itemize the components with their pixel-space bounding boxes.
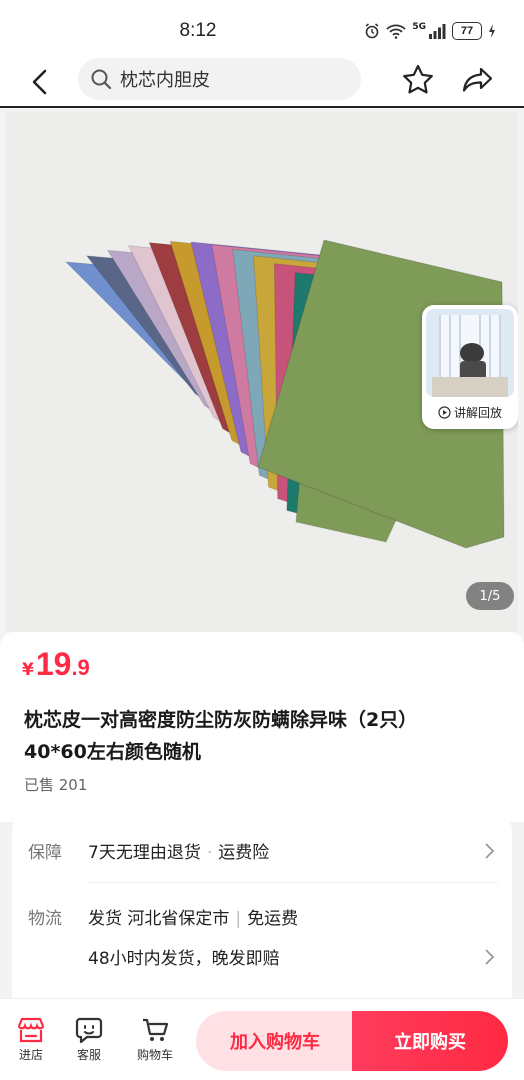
shipping-fee: 免运费 xyxy=(247,909,299,929)
sold-count: 已售 201 xyxy=(24,776,88,794)
shipping-label: 物流 xyxy=(28,909,62,929)
add-to-cart-button[interactable]: 加入购物车 xyxy=(196,1011,354,1071)
alarm-icon xyxy=(365,23,379,39)
nav-bar: 枕芯内胆皮 xyxy=(0,56,524,108)
signal-icon xyxy=(429,24,446,39)
search-bar[interactable]: 枕芯内胆皮 xyxy=(78,58,361,100)
video-replay-label: 讲解回放 xyxy=(422,399,518,425)
store-label: 进店 xyxy=(18,1048,43,1062)
row-divider xyxy=(88,882,498,883)
favorite-button[interactable] xyxy=(400,62,436,98)
product-title: 枕芯皮一对高密度防尘防灰防螨除异味（2只） 40*60左右颜色随机 xyxy=(24,704,504,768)
video-replay-thumbnail[interactable]: 讲解回放 xyxy=(422,305,518,429)
price-currency: ¥ xyxy=(22,660,34,680)
store-tab[interactable]: 进店 xyxy=(6,1017,56,1063)
search-text: 枕芯内胆皮 xyxy=(120,70,210,91)
cart-tab[interactable]: 购物车 xyxy=(130,1017,180,1063)
guarantee-label: 保障 xyxy=(28,843,62,863)
bottom-action-bar: 进店 客服 购物车 加入购物车 立即购买 xyxy=(0,998,524,1080)
customer-service-tab[interactable]: 客服 xyxy=(64,1017,114,1063)
star-icon xyxy=(403,64,433,94)
video-label-text: 讲解回放 xyxy=(453,405,502,420)
video-scene xyxy=(426,309,514,397)
chat-icon xyxy=(75,1017,103,1043)
price: ¥ 19 .9 xyxy=(22,646,90,683)
battery-icon: 77 xyxy=(452,22,482,40)
battery-level: 77 xyxy=(460,25,474,37)
product-title-line1: 枕芯皮一对高密度防尘防灰防螨除异味（2只） xyxy=(24,709,418,731)
status-bar: 8:12 5G 77 xyxy=(0,0,524,56)
charging-icon xyxy=(489,24,495,38)
product-info-card: ¥ 19 .9 枕芯皮一对高密度防尘防灰防螨除异味（2只） 40*60左右颜色随… xyxy=(0,632,524,822)
status-icons: 5G 77 xyxy=(364,20,496,42)
cart-label: 购物车 xyxy=(136,1048,173,1062)
shipping-info: 发货 河北省保定市 | 免运费 xyxy=(88,904,298,929)
guarantee-row[interactable]: 保障 7天无理由退货 · 运费险 xyxy=(12,818,512,882)
chevron-right-icon xyxy=(485,843,495,859)
product-image-gallery[interactable]: 讲解回放 1/5 xyxy=(6,112,518,632)
shipping-origin: 发货 河北省保定市 xyxy=(88,909,230,929)
shipping-note: 48小时内发货，晚发即赔 xyxy=(88,949,280,969)
status-time: 8:12 xyxy=(179,20,217,41)
service-card: 保障 7天无理由退货 · 运费险 物流 发货 河北省保定市 | 免运费 48小时内发货，… xyxy=(12,818,512,1008)
price-integer: 19 xyxy=(35,646,72,682)
guarantee-return: 7天无理由退货 xyxy=(88,843,201,863)
shipping-separator: | xyxy=(235,909,242,929)
guarantee-insurance: 运费险 xyxy=(218,843,270,863)
guarantee-separator: · xyxy=(206,843,213,863)
back-button[interactable] xyxy=(24,66,56,98)
store-icon xyxy=(17,1017,45,1043)
share-icon xyxy=(462,67,493,92)
guarantee-text: 7天无理由退货 · 运费险 xyxy=(88,838,269,863)
product-title-line2: 40*60左右颜色随机 xyxy=(24,741,201,763)
share-button[interactable] xyxy=(460,62,496,98)
search-icon xyxy=(91,69,112,90)
buy-now-button[interactable]: 立即购买 xyxy=(352,1011,508,1071)
customer-service-label: 客服 xyxy=(76,1048,101,1062)
play-circle-icon xyxy=(438,405,451,419)
network-type: 5G xyxy=(412,22,426,32)
shipping-row[interactable]: 物流 发货 河北省保定市 | 免运费 48小时内发货，晚发即赔 xyxy=(12,884,512,1004)
wifi-icon xyxy=(386,24,406,39)
price-decimal: .9 xyxy=(71,655,90,680)
image-counter: 1/5 xyxy=(466,582,514,610)
chevron-right-icon xyxy=(485,949,495,965)
back-arrow-icon xyxy=(32,69,47,95)
cart-icon xyxy=(143,1018,169,1041)
video-preview xyxy=(426,309,514,397)
